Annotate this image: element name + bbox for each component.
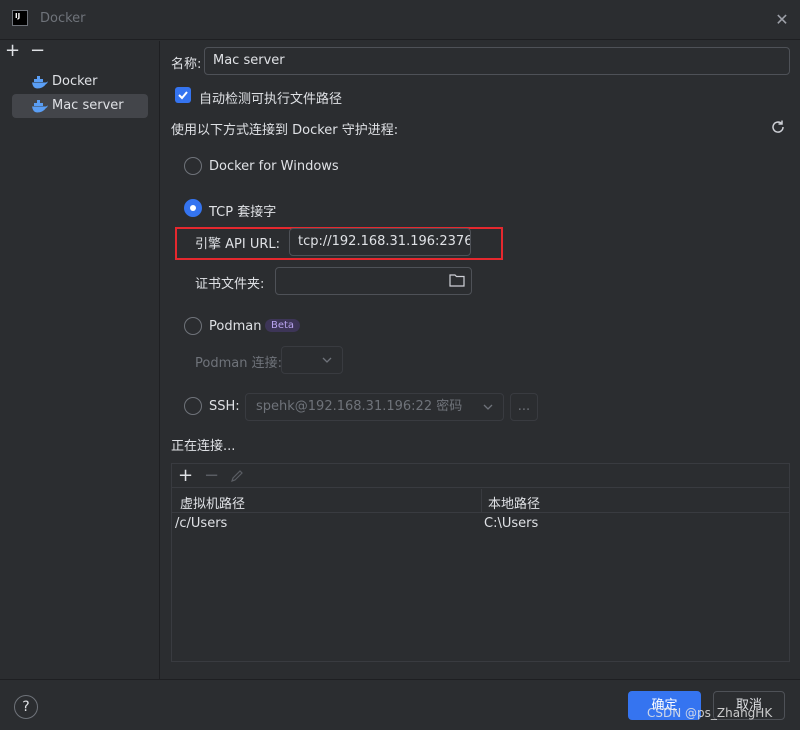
table-header: 虚拟机路径 本地路径	[172, 489, 789, 513]
podman-connection-label: Podman 连接:	[195, 356, 282, 371]
cert-folder-input[interactable]	[275, 267, 472, 295]
ssh-more-button[interactable]: ...	[510, 393, 538, 421]
sidebar-item-label: Mac server	[52, 98, 124, 113]
check-icon	[178, 91, 188, 100]
podman-label: Podman	[209, 319, 262, 334]
help-button[interactable]: ?	[14, 695, 38, 719]
docker-whale-icon	[32, 76, 48, 89]
add-mapping-icon[interactable]: +	[178, 465, 193, 486]
sidebar-item-docker[interactable]: Docker	[12, 70, 148, 94]
docker-whale-icon	[32, 100, 48, 113]
ssh-label: SSH:	[209, 399, 240, 414]
remove-icon[interactable]: −	[30, 42, 46, 60]
path-mappings-table: + − 虚拟机路径 本地路径 /c/Users C:\Users	[171, 463, 790, 662]
dialog-footer: ? 确定 取消 CSDN @ps_ZhangHK	[0, 679, 800, 730]
ssh-select[interactable]: spehk@192.168.31.196:22 密码	[245, 393, 504, 421]
remove-mapping-icon[interactable]: −	[204, 465, 219, 486]
auto-detect-label: 自动检测可执行文件路径	[199, 92, 343, 107]
podman-radio[interactable]	[184, 317, 202, 335]
engine-api-url-label: 引擎 API URL:	[195, 237, 281, 252]
add-icon[interactable]: +	[5, 42, 21, 60]
beta-badge: Beta	[265, 319, 301, 332]
name-input[interactable]: Mac server	[204, 47, 790, 75]
csdn-watermark: CSDN @ps_ZhangHK	[647, 706, 773, 720]
sidebar-item-label: Docker	[52, 74, 98, 89]
engine-api-url-input[interactable]: tcp://192.168.31.196:2376	[289, 228, 471, 256]
local-path-cell: C:\Users	[484, 516, 539, 531]
column-divider[interactable]	[481, 489, 482, 513]
name-label: 名称:	[171, 57, 202, 72]
docker-for-windows-label: Docker for Windows	[209, 159, 339, 174]
cert-folder-label: 证书文件夹:	[195, 277, 265, 292]
tcp-socket-radio[interactable]	[184, 199, 202, 217]
sidebar-item-mac-server[interactable]: Mac server	[12, 94, 148, 118]
table-row[interactable]: /c/Users C:\Users	[172, 514, 789, 536]
ssh-radio[interactable]	[184, 397, 202, 415]
window-title: Docker	[40, 11, 86, 26]
vm-path-cell: /c/Users	[175, 516, 228, 531]
tcp-socket-label: TCP 套接字	[209, 205, 277, 220]
folder-icon[interactable]	[449, 273, 465, 287]
title-bar: IJ Docker ✕	[0, 0, 800, 40]
table-toolbar: + −	[172, 464, 789, 488]
docker-for-windows-radio[interactable]	[184, 157, 202, 175]
connect-method-label: 使用以下方式连接到 Docker 守护进程:	[171, 123, 399, 138]
intellij-logo-icon: IJ	[12, 10, 28, 26]
column-header-vm-path[interactable]: 虚拟机路径	[180, 493, 245, 512]
podman-connection-select[interactable]	[281, 346, 343, 374]
main-panel: 名称: Mac server 自动检测可执行文件路径 使用以下方式连接到 Doc…	[161, 41, 800, 679]
chevron-down-icon	[322, 357, 332, 363]
refresh-icon[interactable]	[770, 119, 786, 135]
sidebar-toolbar: + −	[0, 41, 159, 65]
edit-pencil-icon[interactable]	[230, 469, 244, 483]
auto-detect-checkbox[interactable]	[175, 87, 191, 103]
chevron-down-icon	[483, 404, 493, 410]
column-header-local-path[interactable]: 本地路径	[488, 493, 540, 512]
close-icon[interactable]: ✕	[772, 10, 792, 30]
mappings-label: 正在连接...	[171, 439, 236, 454]
sidebar: + − Docker Mac server	[0, 41, 160, 679]
